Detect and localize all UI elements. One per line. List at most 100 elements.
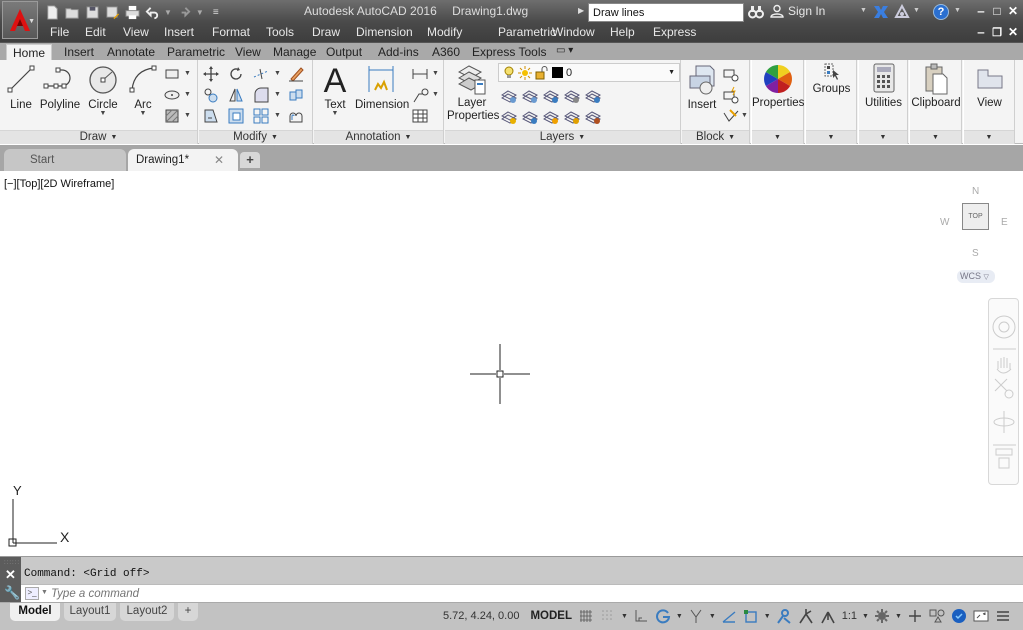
- menu-format[interactable]: Format: [212, 25, 250, 39]
- layer-unlock-button[interactable]: [563, 108, 581, 126]
- command-input[interactable]: [51, 586, 951, 602]
- sign-in-dropdown-icon[interactable]: ▼: [860, 7, 867, 14]
- offset-button[interactable]: [287, 107, 305, 125]
- rectangle-button[interactable]: [163, 65, 181, 83]
- layer-lock-button[interactable]: [563, 87, 581, 105]
- rectangle-dropdown-icon[interactable]: ▼: [184, 70, 191, 77]
- close-button[interactable]: ✕: [1006, 4, 1020, 18]
- viewcube-north[interactable]: N: [972, 186, 979, 197]
- search-input[interactable]: [588, 3, 744, 22]
- workspace-switch[interactable]: [874, 606, 890, 626]
- circle-button[interactable]: Circle ▼: [86, 62, 120, 117]
- layer-match-button[interactable]: [584, 108, 602, 126]
- tab-express-tools[interactable]: Express Tools: [472, 44, 546, 61]
- doc-restore-button[interactable]: ❐: [990, 25, 1004, 39]
- close-command-line-icon[interactable]: ✕: [5, 567, 16, 583]
- save-icon[interactable]: [84, 4, 100, 20]
- arc-button[interactable]: Arc ▼: [128, 62, 158, 117]
- insert-block-button[interactable]: Insert: [684, 62, 720, 111]
- utilities-expand-icon[interactable]: ▼: [859, 130, 907, 144]
- layout-tab-model[interactable]: Model: [10, 603, 60, 621]
- tab-a360[interactable]: A360: [432, 44, 460, 61]
- annotation-visibility-toggle[interactable]: [776, 606, 792, 626]
- layout-tab-layout1[interactable]: Layout1: [64, 603, 116, 621]
- properties-panel[interactable]: Properties ▼: [751, 60, 804, 144]
- annotation-scale-selector[interactable]: 1:1: [842, 606, 857, 626]
- close-tab-icon[interactable]: ✕: [214, 153, 224, 167]
- stretch-button[interactable]: [202, 107, 220, 125]
- text-dropdown-icon[interactable]: ▼: [320, 110, 350, 117]
- layer-unisolate-button[interactable]: [521, 108, 539, 126]
- viewcube[interactable]: N W E S TOP WCS ▽: [935, 179, 1015, 289]
- array-button[interactable]: [252, 107, 270, 125]
- layer-properties-button[interactable]: Layer Properties: [447, 62, 499, 123]
- object-snap-tracking-toggle[interactable]: [721, 606, 737, 626]
- tab-insert[interactable]: Insert: [64, 44, 94, 61]
- tab-add-ins[interactable]: Add-ins: [378, 44, 419, 61]
- command-line-handle[interactable]: :::::: ✕ 🔧: [0, 557, 21, 603]
- layer-on-button[interactable]: [500, 108, 518, 126]
- edit-attributes-button[interactable]: [722, 107, 740, 125]
- erase-button[interactable]: [287, 65, 305, 83]
- edit-attributes-dropdown-icon[interactable]: ▼: [741, 112, 748, 119]
- tab-annotate[interactable]: Annotate: [107, 44, 155, 61]
- help-dropdown-icon[interactable]: ▼: [954, 7, 961, 14]
- dimension-button[interactable]: Dimension: [355, 62, 409, 111]
- clipboard-button[interactable]: Clipboard: [910, 62, 962, 109]
- draw-panel-title[interactable]: Draw ▼: [0, 130, 197, 144]
- modify-panel-title[interactable]: Modify ▼: [199, 130, 312, 144]
- menu-insert[interactable]: Insert: [164, 25, 194, 39]
- ortho-toggle[interactable]: [633, 606, 649, 626]
- rotate-button[interactable]: [227, 65, 245, 83]
- tab-drawing1[interactable]: Drawing1* ✕: [128, 149, 238, 171]
- layers-panel-title[interactable]: Layers ▼: [445, 130, 680, 144]
- ribbon-display-toggle-icon[interactable]: ▭ ▾: [556, 44, 573, 61]
- clipboard-panel[interactable]: Clipboard ▼: [909, 60, 962, 144]
- polar-toggle[interactable]: [655, 606, 671, 626]
- properties-expand-icon[interactable]: ▼: [752, 130, 803, 144]
- block-panel-title[interactable]: Block ▼: [682, 130, 749, 144]
- tab-home[interactable]: Home: [6, 44, 53, 61]
- utilities-panel[interactable]: Utilities ▼: [858, 60, 908, 144]
- coordinates-readout[interactable]: 5.72, 4.24, 0.00: [443, 606, 519, 626]
- trim-button[interactable]: [252, 65, 270, 83]
- model-space-toggle[interactable]: MODEL: [530, 606, 572, 626]
- circle-dropdown-icon[interactable]: ▼: [86, 110, 120, 117]
- clipboard-expand-icon[interactable]: ▼: [910, 130, 961, 144]
- binoculars-icon[interactable]: [748, 4, 764, 20]
- explode-button[interactable]: [287, 86, 305, 104]
- object-snap-dropdown-icon[interactable]: ▼: [764, 613, 771, 620]
- edit-block-button[interactable]: [722, 86, 740, 104]
- leader-dropdown-icon[interactable]: ▼: [432, 91, 439, 98]
- grid-toggle[interactable]: [578, 606, 594, 626]
- linear-dimension-button[interactable]: [411, 65, 429, 83]
- utilities-button[interactable]: Utilities: [859, 62, 908, 109]
- redo-icon[interactable]: [176, 4, 192, 20]
- open-icon[interactable]: [64, 4, 80, 20]
- layout-tab-layout2[interactable]: Layout2: [120, 603, 174, 621]
- layer-thaw-all-button[interactable]: [542, 108, 560, 126]
- arc-dropdown-icon[interactable]: ▼: [128, 110, 158, 117]
- ellipse-button[interactable]: [163, 86, 181, 104]
- drawing-canvas[interactable]: [−][Top][2D Wireframe] N W E S TOP WCS ▽: [0, 171, 1023, 556]
- menu-parametric[interactable]: Parametric: [498, 25, 556, 39]
- a360-icon[interactable]: [894, 4, 910, 20]
- groups-panel[interactable]: Groups ▼: [805, 60, 857, 144]
- groups-button[interactable]: Groups: [806, 62, 857, 95]
- minimize-button[interactable]: ‒: [974, 4, 988, 18]
- undo-dropdown-icon[interactable]: ▼: [164, 8, 172, 17]
- move-button[interactable]: [202, 65, 220, 83]
- menu-window[interactable]: Window: [552, 25, 595, 39]
- application-menu-button[interactable]: ▼: [2, 1, 38, 39]
- tab-manage[interactable]: Manage: [273, 44, 316, 61]
- undo-icon[interactable]: [144, 4, 160, 20]
- grip-icon[interactable]: ::::::: [4, 560, 20, 566]
- menu-draw[interactable]: Draw: [312, 25, 340, 39]
- leader-button[interactable]: [411, 86, 429, 104]
- hatch-button[interactable]: [163, 107, 181, 125]
- ellipse-dropdown-icon[interactable]: ▼: [184, 91, 191, 98]
- linear-dimension-dropdown-icon[interactable]: ▼: [432, 70, 439, 77]
- wcs-menu[interactable]: WCS ▽: [957, 270, 995, 283]
- customization-menu[interactable]: [995, 606, 1011, 626]
- isolate-objects-toggle[interactable]: [929, 606, 945, 626]
